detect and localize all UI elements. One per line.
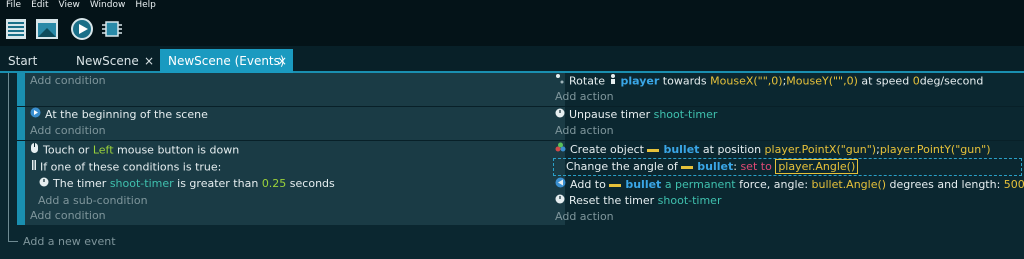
condition-text: The timer [53,177,110,190]
action-text: at speed [857,74,913,88]
action-rotate[interactable]: Rotate player towards MouseX("",0);Mouse… [555,73,983,89]
event-1[interactable]: Add condition Rotate player towards Mous… [17,73,1024,106]
expression: player.PointX("gun") [764,143,877,156]
add-action-link[interactable]: Add action [555,89,614,105]
menu-bar: File Edit View Window Help [0,0,1024,11]
condition-text: mouse button is down [113,143,240,157]
timer-name: shoot-timer [109,177,174,190]
condition-text: seconds [286,177,335,190]
action-text: Rotate [569,74,609,88]
timer-icon [39,176,49,192]
event-handle[interactable] [17,73,25,106]
tree-tick [8,241,18,242]
add-condition-link[interactable]: Add condition [30,123,106,139]
event-3[interactable]: Touch or Left mouse button is down If on… [17,141,1024,225]
events-sheet: Add condition Rotate player towards Mous… [0,73,1024,259]
expression: 0 [912,74,920,88]
tab-newscene-events[interactable]: NewScene (Events) × [160,49,293,73]
condition-text: At the beginning of the scene [45,108,208,121]
force-icon [555,177,566,193]
object-icon [609,177,622,193]
action-add-force[interactable]: Add to bullet a permanent force, angle: … [555,177,1024,193]
preview-play-icon[interactable] [70,17,94,41]
action-text: Create object [570,143,648,156]
events-editor-icon[interactable] [5,17,29,41]
debugger-icon[interactable] [100,17,124,41]
tab-bar: Start Page NewScene × NewScene (Events) … [0,46,1024,92]
tree-line [8,73,9,241]
add-action-link[interactable]: Add action [555,209,614,225]
action-text: degrees and length: [886,178,1004,191]
expression: 500 [1003,178,1024,191]
object-name: bullet [625,178,662,191]
object-icon [647,142,660,158]
or-icon [32,159,36,176]
action-text: towards [659,74,711,88]
timer-icon [555,193,565,209]
action-unpause-timer[interactable]: Unpause timer shoot-timer [555,107,717,123]
condition-text: Touch or [43,143,93,157]
mouse-button: Left [92,143,114,157]
condition-scene-start[interactable]: At the beginning of the scene [30,107,208,123]
menu-view[interactable]: View [59,0,80,11]
condition-mouse-down[interactable]: Touch or Left mouse button is down [30,142,239,158]
menu-window[interactable]: Window [90,0,126,11]
tab-label: NewScene [76,54,139,68]
close-icon[interactable]: × [144,49,154,73]
action-reset-timer[interactable]: Reset the timer shoot-timer [555,193,721,209]
action-text: deg/second [919,74,984,88]
tab-label: NewScene (Events) [168,54,285,68]
expression: player.PointY("gun") [879,143,991,156]
menu-edit[interactable]: Edit [31,0,48,11]
object-icon [609,73,617,90]
add-condition-link[interactable]: Add condition [30,208,106,224]
action-create-object[interactable]: Create object bullet at position player.… [555,142,991,158]
event-handle[interactable] [17,141,25,225]
expression: bullet.Angle() [811,178,887,191]
rotate-icon [555,73,565,90]
timer-name: shoot-timer [657,194,722,207]
force-type: a permanent [664,178,736,191]
event-2[interactable]: At the beginning of the scene Add condit… [17,107,1024,140]
action-text: Reset the timer [569,194,658,207]
timer-name: shoot-timer [653,108,718,121]
conditions-area [25,73,565,106]
timer-icon [555,107,565,123]
condition-or-group[interactable]: If one of these conditions is true: [32,159,221,175]
action-text: at position [699,143,765,156]
scene-start-icon [30,107,41,123]
tab-start-page[interactable]: Start Page [0,49,68,92]
condition-text: If one of these conditions is true: [40,160,222,174]
scene-editor-icon[interactable] [35,17,59,41]
action-text: Unpause timer [569,108,654,121]
add-subcondition-link[interactable]: Add a sub-condition [38,193,148,209]
menu-file[interactable]: File [6,0,21,11]
expression: MouseX("",0) [710,74,783,88]
close-icon[interactable]: × [277,49,287,73]
action-text: Add to [570,178,610,191]
toolbar [0,11,1024,46]
object-name: bullet [663,143,700,156]
add-action-link[interactable]: Add action [555,123,614,139]
expression: MouseY("",0) [786,74,858,88]
add-condition-link[interactable]: Add condition [30,73,106,89]
mouse-icon [30,142,39,159]
timer-value: 0.25 [261,177,287,190]
event-handle[interactable] [17,107,25,140]
object-name: player [620,74,660,88]
menu-help[interactable]: Help [135,0,156,11]
add-new-event-link[interactable]: Add a new event [23,234,116,250]
action-text: force, angle: [735,178,812,191]
condition-timer[interactable]: The timer shoot-timer is greater than 0.… [39,176,335,192]
create-object-icon [555,142,566,158]
selected-action-outline [553,158,1022,176]
condition-text: is greater than [173,177,262,190]
tab-newscene[interactable]: NewScene × [68,49,160,73]
